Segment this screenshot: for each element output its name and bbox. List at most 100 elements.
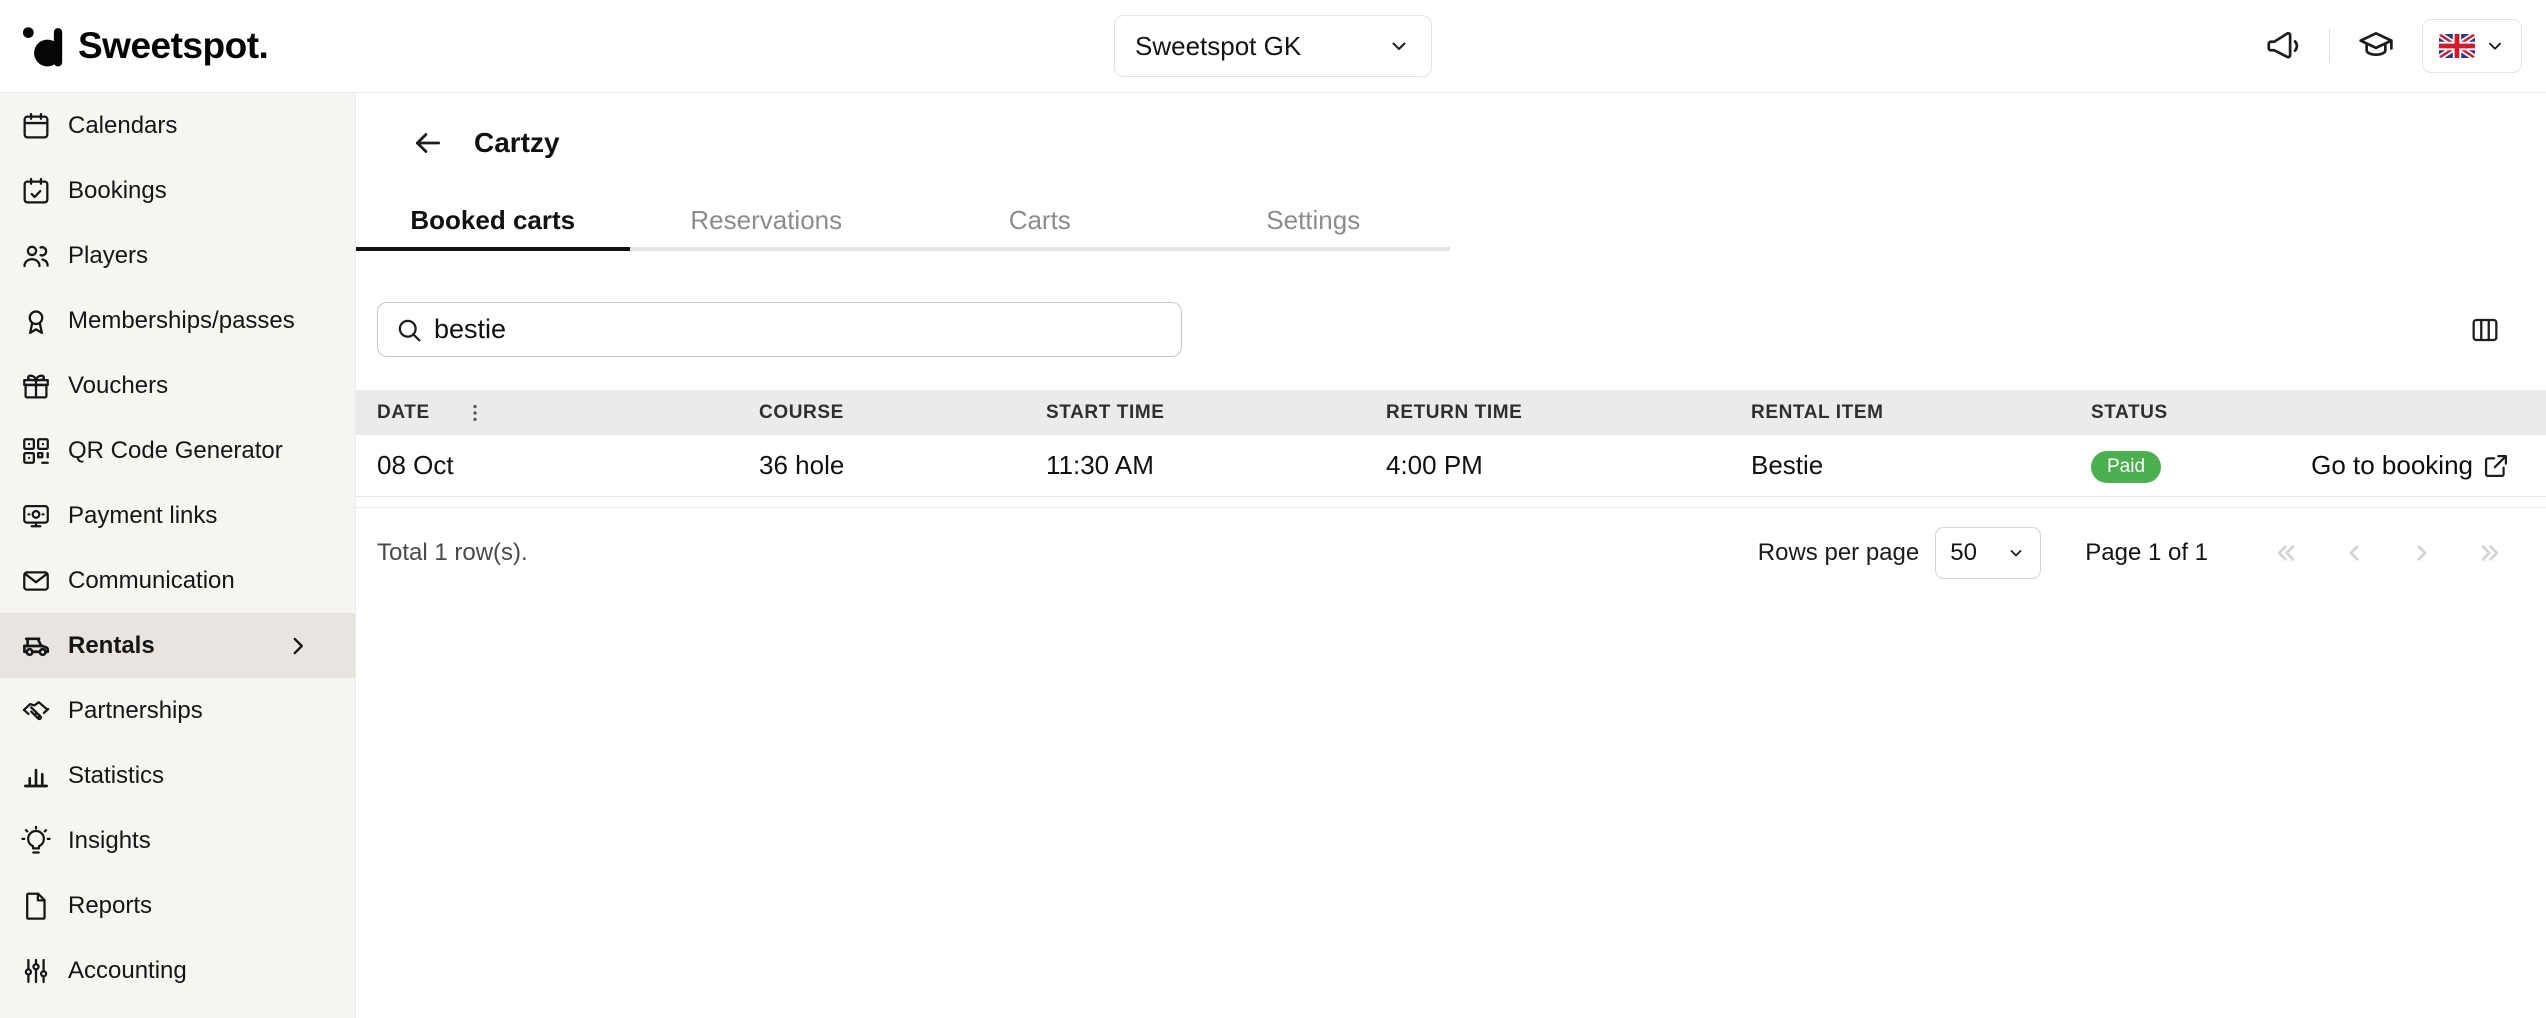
academy-button[interactable] bbox=[2352, 22, 2400, 70]
sidebar: Calendars Bookings Players Memberships/p… bbox=[0, 93, 356, 1018]
cell-rental-item: Bestie bbox=[1751, 450, 2091, 481]
sidebar-item-label: Rentals bbox=[68, 632, 155, 660]
cell-status: Paid bbox=[2091, 448, 2281, 484]
sidebar-item-label: Bookings bbox=[68, 177, 167, 205]
announcements-icon bbox=[2264, 27, 2302, 65]
page-info: Page 1 of 1 bbox=[2085, 539, 2208, 567]
sidebar-item-label: Communication bbox=[68, 567, 235, 595]
calendar-icon bbox=[20, 110, 52, 142]
sidebar-item-label: Players bbox=[68, 242, 148, 270]
pager bbox=[2264, 531, 2512, 575]
booked-carts-table: DATE COURSE START TIME RETURN TIME RENTA… bbox=[356, 390, 2546, 508]
app-window: Sweetspot. Sweetspot GK bbox=[0, 0, 2546, 1018]
last-page-button[interactable] bbox=[2468, 531, 2512, 575]
payment-screen-icon bbox=[20, 500, 52, 532]
view-columns-button[interactable] bbox=[2461, 306, 2509, 354]
column-header-date: DATE bbox=[377, 402, 759, 424]
search-input[interactable] bbox=[434, 314, 1165, 345]
view-columns-icon bbox=[2469, 314, 2501, 346]
table-header-row: DATE COURSE START TIME RETURN TIME RENTA… bbox=[356, 390, 2546, 435]
brand-name: Sweetspot. bbox=[78, 25, 268, 67]
sidebar-item-payment-links[interactable]: Payment links bbox=[0, 483, 355, 548]
golf-cart-icon bbox=[20, 630, 52, 662]
rows-per-page-value: 50 bbox=[1950, 539, 1977, 567]
chevron-right-icon bbox=[2407, 538, 2437, 568]
sidebar-item-communication[interactable]: Communication bbox=[0, 548, 355, 613]
table-footer: Total 1 row(s). Rows per page 50 Page 1 … bbox=[356, 521, 2546, 585]
page-header: Cartzy bbox=[406, 111, 560, 175]
sidebar-item-rentals[interactable]: Rentals bbox=[0, 613, 355, 678]
sidebar-item-accounting[interactable]: Accounting bbox=[0, 938, 355, 1003]
tab-bar: Booked carts Reservations Carts Settings bbox=[356, 193, 1450, 251]
language-selector[interactable] bbox=[2422, 19, 2522, 73]
next-page-button[interactable] bbox=[2400, 531, 2444, 575]
topbar-actions bbox=[2259, 19, 2546, 73]
cell-date: 08 Oct bbox=[377, 450, 759, 481]
sidebar-item-label: Insights bbox=[68, 827, 151, 855]
sidebar-item-reports[interactable]: Reports bbox=[0, 873, 355, 938]
toolbar bbox=[377, 302, 2509, 357]
sidebar-item-label: Partnerships bbox=[68, 697, 203, 725]
search-icon bbox=[394, 315, 424, 345]
rows-per-page-select[interactable]: 50 bbox=[1935, 527, 2041, 579]
sidebar-item-label: Memberships/passes bbox=[68, 307, 295, 335]
status-badge: Paid bbox=[2091, 451, 2161, 484]
table-bottom-divider bbox=[356, 507, 2546, 508]
column-header-course: COURSE bbox=[759, 402, 1046, 424]
players-icon bbox=[20, 240, 52, 272]
academy-icon bbox=[2357, 27, 2395, 65]
chevron-down-icon bbox=[2484, 35, 2506, 57]
go-to-booking-link[interactable]: Go to booking bbox=[2281, 450, 2546, 481]
brand[interactable]: Sweetspot. bbox=[0, 23, 268, 69]
pagination-controls: Rows per page 50 Page 1 of 1 bbox=[1758, 527, 2512, 579]
column-header-return-time: RETURN TIME bbox=[1386, 402, 1751, 424]
main-content: Cartzy Booked carts Reservations Carts S… bbox=[356, 93, 2546, 1018]
sidebar-item-label: Statistics bbox=[68, 762, 164, 790]
sidebar-item-statistics[interactable]: Statistics bbox=[0, 743, 355, 808]
sidebar-item-vouchers[interactable]: Vouchers bbox=[0, 353, 355, 418]
org-selector[interactable]: Sweetspot GK bbox=[1114, 15, 1432, 77]
announcements-button[interactable] bbox=[2259, 22, 2307, 70]
rows-per-page-label: Rows per page bbox=[1758, 539, 1919, 567]
column-header-rental-item: RENTAL ITEM bbox=[1751, 402, 2091, 424]
sidebar-item-insights[interactable]: Insights bbox=[0, 808, 355, 873]
chevron-right-icon bbox=[285, 633, 311, 659]
total-rows-text: Total 1 row(s). bbox=[377, 539, 528, 567]
tab-settings[interactable]: Settings bbox=[1177, 193, 1451, 251]
first-page-button[interactable] bbox=[2264, 531, 2308, 575]
sidebar-item-players[interactable]: Players bbox=[0, 223, 355, 288]
sidebar-item-label: Reports bbox=[68, 892, 152, 920]
external-link-icon bbox=[2482, 452, 2510, 480]
sidebar-item-qr-code-generator[interactable]: QR Code Generator bbox=[0, 418, 355, 483]
sidebar-item-memberships[interactable]: Memberships/passes bbox=[0, 288, 355, 353]
tab-reservations[interactable]: Reservations bbox=[630, 193, 904, 251]
previous-page-button[interactable] bbox=[2332, 531, 2376, 575]
document-icon bbox=[20, 890, 52, 922]
uk-flag-icon bbox=[2439, 34, 2475, 58]
chevron-down-icon bbox=[2006, 543, 2026, 563]
tab-booked-carts[interactable]: Booked carts bbox=[356, 193, 630, 251]
chevrons-right-icon bbox=[2475, 538, 2505, 568]
cell-course: 36 hole bbox=[759, 450, 1046, 481]
chevron-down-icon bbox=[1387, 34, 1411, 58]
sweetspot-logo-icon bbox=[20, 23, 66, 69]
calendar-check-icon bbox=[20, 175, 52, 207]
sidebar-item-label: Accounting bbox=[68, 957, 187, 985]
sidebar-item-label: QR Code Generator bbox=[68, 437, 283, 465]
kebab-menu-icon[interactable] bbox=[464, 402, 486, 424]
arrow-left-icon bbox=[411, 126, 445, 160]
topbar-divider bbox=[2329, 29, 2330, 63]
lightbulb-icon bbox=[20, 825, 52, 857]
page-title: Cartzy bbox=[474, 127, 560, 159]
table-row[interactable]: 08 Oct 36 hole 11:30 AM 4:00 PM Bestie P… bbox=[356, 435, 2546, 497]
gift-icon bbox=[20, 370, 52, 402]
chevron-left-icon bbox=[2339, 538, 2369, 568]
back-button[interactable] bbox=[406, 121, 450, 165]
tab-carts[interactable]: Carts bbox=[903, 193, 1177, 251]
sidebar-item-partnerships[interactable]: Partnerships bbox=[0, 678, 355, 743]
cell-start-time: 11:30 AM bbox=[1046, 450, 1386, 481]
org-selector-value: Sweetspot GK bbox=[1135, 31, 1301, 62]
sidebar-item-bookings[interactable]: Bookings bbox=[0, 158, 355, 223]
sidebar-item-calendars[interactable]: Calendars bbox=[0, 93, 355, 158]
sliders-icon bbox=[20, 955, 52, 987]
